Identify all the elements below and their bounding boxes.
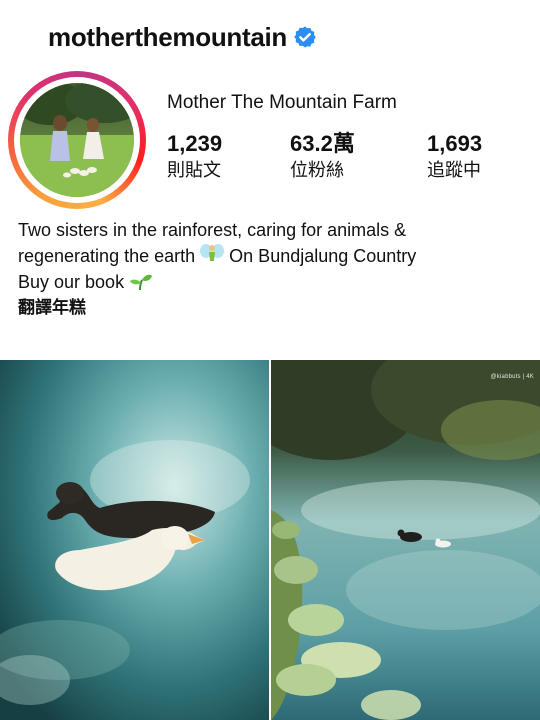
profile-header: motherthemountain [48, 20, 317, 54]
following-count-value: 1,693 [427, 131, 483, 156]
display-name: Mother The Mountain Farm [167, 92, 397, 113]
following-count-label: 追蹤中 [427, 160, 481, 180]
translate-button[interactable]: 翻譯年糕 [18, 295, 528, 321]
bio-line-2: regenerating the earth On Bundjalung Cou… [18, 243, 528, 269]
posts-count-label: 則貼文 [167, 160, 221, 180]
posts-count[interactable]: 1,239 則貼文 [167, 131, 222, 182]
followers-count[interactable]: 63.2萬 位粉絲 [290, 131, 355, 182]
seedling-emoji-icon [130, 274, 153, 291]
story-ring[interactable] [8, 71, 146, 209]
bio-line-2-text-b: On Bundjalung Country [229, 246, 417, 266]
avatar[interactable] [20, 83, 134, 197]
fairy-emoji-icon [200, 244, 225, 261]
bio-line-2-text-a: regenerating the earth [18, 246, 196, 266]
posts-count-value: 1,239 [167, 131, 223, 156]
following-count[interactable]: 1,693 追蹤中 [427, 131, 482, 182]
post-watermark: @kiabbuts | 4K [490, 374, 534, 380]
bio-line-1: Two sisters in the rainforest, caring fo… [18, 220, 407, 240]
post-tile-1[interactable] [0, 360, 269, 720]
username[interactable]: motherthemountain [48, 22, 287, 53]
verified-badge-icon [294, 26, 316, 48]
posts-grid: @kiabbuts | 4K [0, 360, 540, 720]
bio-line-3: Buy our book [18, 269, 528, 295]
bio-line-3-text[interactable]: Buy our book [18, 272, 124, 292]
bio: Two sisters in the rainforest, caring fo… [18, 217, 528, 321]
followers-count-value: 63.2萬 [290, 131, 355, 156]
post-tile-2[interactable]: @kiabbuts | 4K [271, 360, 540, 720]
followers-count-label: 位粉絲 [290, 160, 344, 180]
